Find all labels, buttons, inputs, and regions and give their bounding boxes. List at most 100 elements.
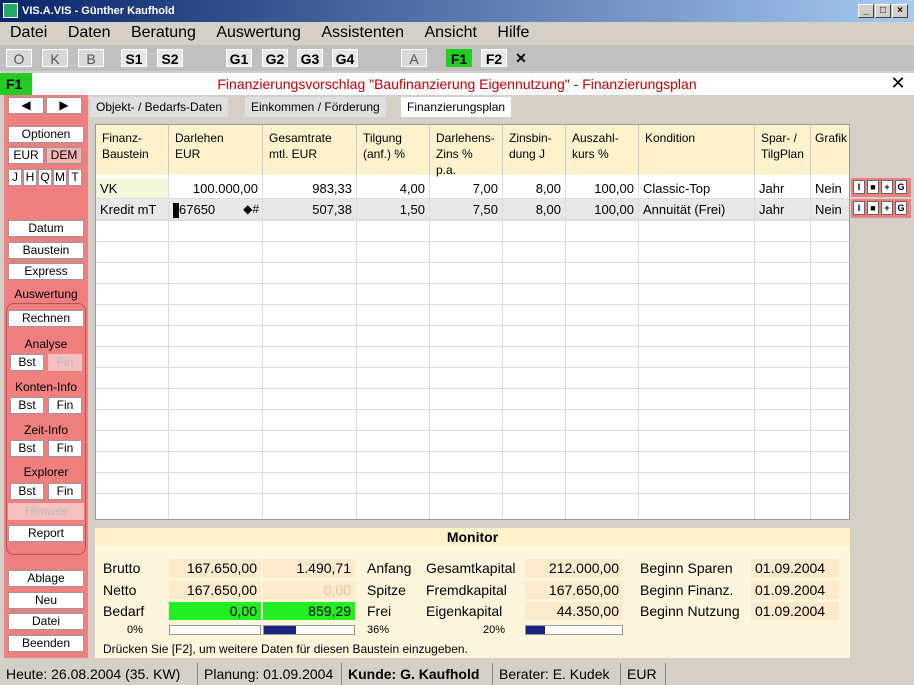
col-header-tilgplan: Spar- / TilgPlan bbox=[755, 125, 811, 175]
menu-daten[interactable]: Daten bbox=[68, 24, 111, 41]
auswertung-group bbox=[6, 303, 86, 555]
menu-assistenten[interactable]: Assistenten bbox=[321, 24, 404, 41]
delete-icon[interactable]: ■ bbox=[867, 201, 879, 215]
cell-baustein[interactable]: VK bbox=[96, 178, 169, 199]
menu-hilfe[interactable]: Hilfe bbox=[497, 24, 529, 41]
toolbar-close-icon[interactable]: ✕ bbox=[512, 49, 530, 67]
cell-tilgplan[interactable]: Jahr bbox=[755, 199, 811, 220]
info-icon[interactable]: I bbox=[853, 180, 865, 194]
baustein-button[interactable]: Baustein bbox=[8, 242, 84, 259]
darlehen-input-value[interactable]: 67650 bbox=[179, 202, 215, 217]
pct-label-3: 20% bbox=[483, 624, 506, 636]
close-window-button[interactable]: × bbox=[892, 4, 908, 18]
bedarf-value-2: 859,29 bbox=[263, 602, 355, 620]
beginn-nutzung-value: 01.09.2004 bbox=[751, 602, 839, 620]
period-h-button[interactable]: H bbox=[23, 169, 37, 186]
cell-grafik[interactable]: Nein bbox=[811, 199, 849, 220]
edit-marker-icon: ◆# bbox=[243, 202, 259, 216]
delete-icon[interactable]: ■ bbox=[867, 180, 879, 194]
beginn-finanz-label: Beginn Finanz. bbox=[640, 582, 734, 598]
cell-gesamtrate[interactable]: 983,33 bbox=[263, 178, 357, 199]
cell-gesamtrate[interactable]: 507,38 bbox=[263, 199, 357, 220]
cell-darlehen-edit[interactable]: 67650 ◆# bbox=[169, 199, 263, 220]
express-button[interactable]: Express bbox=[8, 263, 84, 280]
toolbar-k-button[interactable]: K bbox=[42, 49, 68, 67]
cell-auszahlkurs[interactable]: 100,00 bbox=[566, 199, 639, 220]
toolbar-o-button[interactable]: O bbox=[6, 49, 32, 67]
dem-button[interactable]: DEM bbox=[46, 147, 82, 164]
period-m-button[interactable]: M bbox=[53, 169, 67, 186]
monitor-title: Monitor bbox=[95, 528, 850, 546]
toolbar-g3-button[interactable]: G3 bbox=[297, 49, 323, 67]
eur-button[interactable]: EUR bbox=[8, 147, 44, 164]
toolbar-g1-button[interactable]: G1 bbox=[226, 49, 252, 67]
beenden-button[interactable]: Beenden bbox=[8, 635, 84, 652]
status-berater: Berater: E. Kudek bbox=[493, 663, 621, 685]
monitor-panel: Monitor Brutto 167.650,00 1.490,71 Netto… bbox=[95, 528, 850, 658]
col-header-gesamtrate: Gesamtrate mtl. EUR bbox=[263, 125, 357, 175]
info-icon[interactable]: I bbox=[853, 201, 865, 215]
toolbar-f2-button[interactable]: F2 bbox=[481, 49, 507, 67]
datei-button[interactable]: Datei bbox=[8, 613, 84, 630]
period-t-button[interactable]: T bbox=[68, 169, 82, 186]
add-icon[interactable]: + bbox=[881, 180, 893, 194]
pct-label-1: 0% bbox=[127, 624, 143, 636]
grafik-icon[interactable]: G bbox=[895, 201, 907, 215]
toolbar-g2-button[interactable]: G2 bbox=[262, 49, 288, 67]
ablage-button[interactable]: Ablage bbox=[8, 570, 84, 587]
col-header-auszahlkurs: Auszahl-kurs % bbox=[566, 125, 639, 175]
menu-ansicht[interactable]: Ansicht bbox=[424, 24, 476, 41]
status-heute: Heute: 26.08.2004 (35. KW) bbox=[0, 663, 198, 685]
progress-fill-2 bbox=[264, 626, 297, 634]
datum-button[interactable]: Datum bbox=[8, 220, 84, 237]
row1-actions: I ■ + G bbox=[851, 178, 911, 197]
toolbar-a-button[interactable]: A bbox=[401, 49, 427, 67]
brutto-label: Brutto bbox=[103, 560, 141, 576]
nav-prev-icon[interactable]: ◀ bbox=[8, 97, 44, 114]
minimize-button[interactable]: _ bbox=[858, 4, 874, 18]
toolbar-f1-button[interactable]: F1 bbox=[446, 49, 472, 67]
cell-tilgung[interactable]: 1,50 bbox=[357, 199, 430, 220]
cell-grafik[interactable]: Nein bbox=[811, 178, 849, 199]
brutto-value-2: 1.490,71 bbox=[263, 559, 355, 577]
cell-tilgung[interactable]: 4,00 bbox=[357, 178, 430, 199]
status-kunde: Kunde: G. Kaufhold bbox=[342, 663, 493, 685]
menu-datei[interactable]: Datei bbox=[10, 24, 47, 41]
cell-darlehen[interactable]: 100.000,00 bbox=[169, 178, 263, 199]
cell-kondition[interactable]: Classic-Top bbox=[639, 178, 755, 199]
progress-bar-3 bbox=[525, 625, 623, 635]
toolbar-s2-button[interactable]: S2 bbox=[157, 49, 183, 67]
tab-objekt-bedarfs-daten[interactable]: Objekt- / Bedarfs-Daten bbox=[90, 97, 229, 117]
menu-beratung[interactable]: Beratung bbox=[131, 24, 196, 41]
cell-auszahlkurs[interactable]: 100,00 bbox=[566, 178, 639, 199]
toolbar-g4-button[interactable]: G4 bbox=[332, 49, 358, 67]
toolbar-s1-button[interactable]: S1 bbox=[121, 49, 147, 67]
netto-value-1: 167.650,00 bbox=[169, 581, 261, 599]
menu-bar: Datei Daten Beratung Auswertung Assisten… bbox=[0, 22, 914, 44]
tab-einkommen-foerderung[interactable]: Einkommen / Förderung bbox=[245, 97, 386, 117]
cell-kondition[interactable]: Annuität (Frei) bbox=[639, 199, 755, 220]
cell-baustein[interactable]: Kredit mT bbox=[96, 199, 169, 220]
period-q-button[interactable]: Q bbox=[38, 169, 52, 186]
optionen-button[interactable]: Optionen bbox=[8, 126, 84, 143]
col-header-baustein: Finanz- Baustein bbox=[96, 125, 169, 175]
add-icon[interactable]: + bbox=[881, 201, 893, 215]
cell-zins[interactable]: 7,50 bbox=[430, 199, 503, 220]
beginn-sparen-value: 01.09.2004 bbox=[751, 559, 839, 577]
maximize-button[interactable]: □ bbox=[875, 4, 891, 18]
cell-tilgplan[interactable]: Jahr bbox=[755, 178, 811, 199]
f1-indicator: F1 bbox=[0, 73, 32, 95]
cell-zins[interactable]: 7,00 bbox=[430, 178, 503, 199]
tab-finanzierungsplan[interactable]: Finanzierungsplan bbox=[401, 97, 512, 117]
neu-button[interactable]: Neu bbox=[8, 592, 84, 609]
status-bar: Heute: 26.08.2004 (35. KW) Planung: 01.0… bbox=[0, 663, 914, 685]
cell-zinsbindung[interactable]: 8,00 bbox=[503, 199, 566, 220]
nav-next-icon[interactable]: ▶ bbox=[46, 97, 82, 114]
toolbar-b-button[interactable]: B bbox=[78, 49, 104, 67]
menu-auswertung[interactable]: Auswertung bbox=[216, 24, 301, 41]
close-icon[interactable]: ✕ bbox=[888, 73, 908, 95]
progress-fill-3 bbox=[526, 626, 546, 634]
cell-zinsbindung[interactable]: 8,00 bbox=[503, 178, 566, 199]
period-j-button[interactable]: J bbox=[8, 169, 22, 186]
grafik-icon[interactable]: G bbox=[895, 180, 907, 194]
